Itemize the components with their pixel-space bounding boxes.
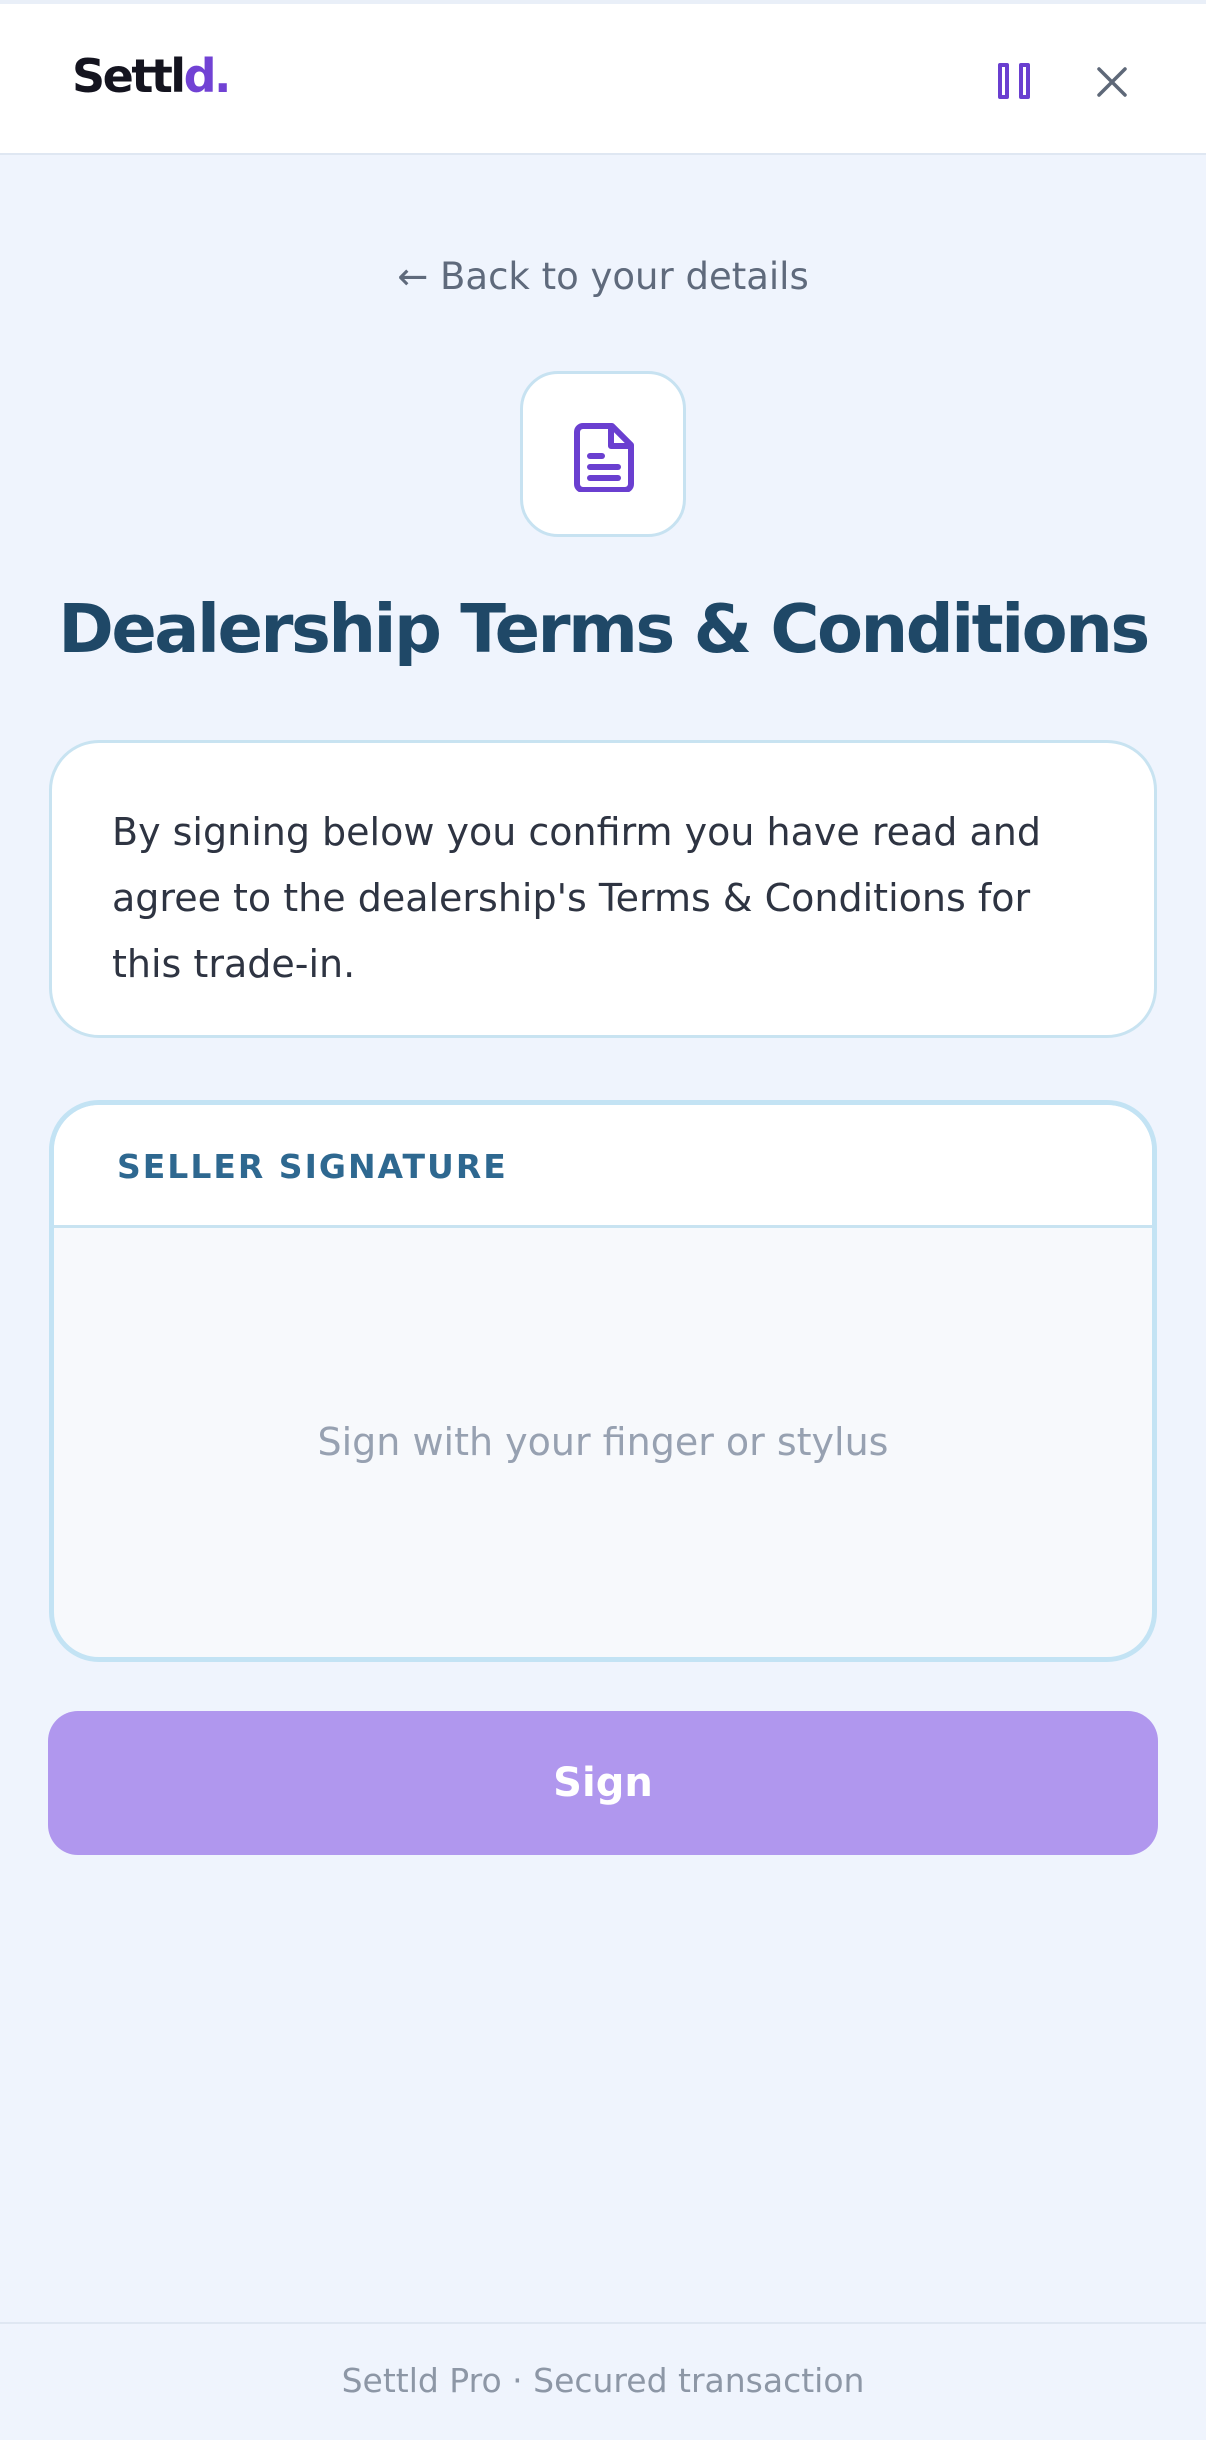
back-to-details-link[interactable]: ← Back to your details <box>0 255 1206 298</box>
footer: Settld Pro · Secured transaction <box>0 2322 1206 2440</box>
page-title: Dealership Terms & Conditions <box>58 590 1150 668</box>
signature-label: SELLER SIGNATURE <box>117 1147 508 1186</box>
close-button[interactable] <box>1090 60 1134 104</box>
document-icon <box>574 423 634 492</box>
footer-text: Settld Pro · Secured transaction <box>341 2361 865 2400</box>
logo-main-text: Settl <box>72 49 186 103</box>
signature-pad[interactable]: SELLER SIGNATURE Sign with your finger o… <box>49 1100 1157 1662</box>
pause-icon-bar-right <box>1019 63 1030 99</box>
top-bar: Settld. <box>0 0 1206 155</box>
signature-placeholder: Sign with your finger or stylus <box>317 1420 889 1464</box>
signature-pad-header: SELLER SIGNATURE <box>54 1105 1152 1228</box>
terms-info-card: By signing below you confirm you have re… <box>49 740 1157 1038</box>
close-icon <box>1097 67 1127 97</box>
document-icon-tile <box>520 371 686 537</box>
logo-accent-text: d. <box>183 49 232 103</box>
settld-logo: Settld. <box>72 49 232 103</box>
terms-info-text: By signing below you confirm you have re… <box>112 810 1041 986</box>
pause-icon-bar-left <box>998 63 1009 99</box>
sign-button[interactable]: Sign <box>48 1711 1158 1855</box>
pause-button[interactable] <box>998 61 1038 105</box>
